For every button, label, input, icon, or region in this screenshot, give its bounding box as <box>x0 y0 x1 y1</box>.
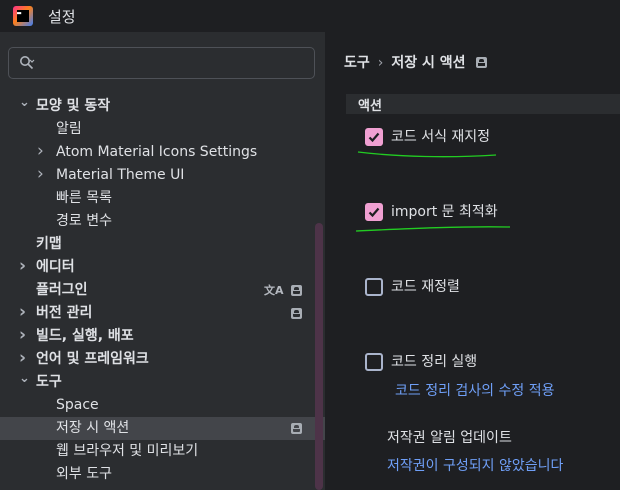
tree-item[interactable]: 알림 <box>0 118 325 141</box>
tree-item[interactable]: 저장 시 액션 <box>0 417 325 440</box>
checkbox-optimize-imports[interactable] <box>365 203 383 221</box>
breadcrumb: 도구 › 저장 시 액션 <box>344 52 487 72</box>
checkbox-rearrange-code[interactable] <box>365 278 383 296</box>
tree-item-label: Space <box>56 397 99 413</box>
project-scope-icon <box>291 308 302 319</box>
tree-item-label: Atom Material Icons Settings <box>56 144 258 160</box>
app-logo-icon: ▬ <box>13 6 33 26</box>
checkbox-run-cleanup[interactable] <box>365 353 383 371</box>
section-header: 액션 <box>346 94 620 114</box>
breadcrumb-parent[interactable]: 도구 <box>344 55 370 71</box>
settings-content: 도구 › 저장 시 액션 액션 코드 서식 재지정 import 문 최적화 코드 … <box>326 32 620 490</box>
tree-item[interactable]: › Atom Material Icons Settings <box>0 141 325 164</box>
chevron-right-icon[interactable]: › <box>19 302 31 325</box>
cleanup-inspections-link[interactable]: 코드 정리 검사의 수정 적용 <box>395 380 554 400</box>
tree-item-label: 경로 변수 <box>56 213 112 229</box>
option-label: 코드 정리 실행 <box>391 354 478 370</box>
title-bar: ▬ 설정 <box>0 0 620 32</box>
search-icon <box>20 56 35 70</box>
tree-item-label: 저장 시 액션 <box>56 420 130 436</box>
window-title: 설정 <box>48 8 76 26</box>
settings-sidebar: ⌄ 모양 및 동작 알림 › Atom Material Icons Settings ›… <box>0 32 325 490</box>
project-scope-icon <box>475 57 487 68</box>
tree-item-label: 에디터 <box>36 259 75 275</box>
sidebar-scrollbar[interactable] <box>315 223 323 490</box>
chevron-right-icon[interactable]: › <box>37 141 49 164</box>
option-label: import 문 최적화 <box>391 204 498 220</box>
search-input[interactable] <box>43 52 307 76</box>
copyright-title: 저작권 알림 업데이트 <box>387 430 512 446</box>
tree-item-label: 빌드, 실행, 배포 <box>36 328 134 344</box>
breadcrumb-current: 저장 시 액션 <box>391 55 466 71</box>
chevron-right-icon[interactable]: › <box>19 348 31 371</box>
tree-item-label: 플러그인 <box>36 282 88 298</box>
tree-item-label: 빠른 목록 <box>56 190 112 206</box>
option-label: 코드 재정렬 <box>391 279 460 295</box>
checkbox-reformat-code[interactable] <box>365 128 383 146</box>
chevron-right-icon[interactable]: › <box>19 256 31 279</box>
breadcrumb-separator: › <box>377 55 384 71</box>
tree-item-label: 언어 및 프레임워크 <box>36 351 149 367</box>
project-scope-icon <box>291 423 302 434</box>
chevron-down-icon[interactable]: ⌄ <box>19 95 31 118</box>
tree-item[interactable]: 경로 변수 <box>0 210 325 233</box>
search-box[interactable] <box>8 47 315 79</box>
chevron-down-icon[interactable]: ⌄ <box>19 371 31 394</box>
tree-item[interactable]: 키맵 <box>0 233 325 256</box>
section-title: 액션 <box>358 99 382 114</box>
tree-item[interactable]: › Material Theme UI <box>0 164 325 187</box>
tree-item[interactable]: 외부 도구 <box>0 463 325 486</box>
tree-item[interactable]: ⌄ 모양 및 동작 <box>0 95 325 118</box>
tree-item[interactable]: Space <box>0 394 325 417</box>
tree-item-label: Material Theme UI <box>56 167 185 183</box>
chevron-right-icon[interactable]: › <box>19 325 31 348</box>
tree-item-label: 알림 <box>56 121 82 137</box>
project-scope-icon <box>291 285 302 296</box>
tree-item[interactable]: › 에디터 <box>0 256 325 279</box>
tree-item[interactable]: 웹 브라우저 및 미리보기 <box>0 440 325 463</box>
checkmark-icon <box>368 132 380 143</box>
tree-item-label: 도구 <box>36 374 62 390</box>
option-label: 코드 서식 재지정 <box>391 129 491 145</box>
tree-item-label: 웹 브라우저 및 미리보기 <box>56 443 199 459</box>
translate-icon: 文A <box>264 284 284 297</box>
copyright-config-link[interactable]: 저작권이 구성되지 않았습니다 <box>387 455 563 475</box>
tree-item-label: 키맵 <box>36 236 62 252</box>
tree-item[interactable]: › 언어 및 프레임워크 <box>0 348 325 371</box>
tree-item-label: 모양 및 동작 <box>36 98 111 114</box>
tree-item[interactable]: 빠른 목록 <box>0 187 325 210</box>
tree-item-label: 버전 관리 <box>36 305 93 321</box>
tree-item[interactable]: ⌄ 도구 <box>0 371 325 394</box>
checkmark-icon <box>368 207 380 218</box>
tree-item[interactable]: 플러그인 文A <box>0 279 325 302</box>
tree-item-label: 외부 도구 <box>56 466 112 482</box>
tree-item[interactable]: › 빌드, 실행, 배포 <box>0 325 325 348</box>
tree-item[interactable]: › 버전 관리 <box>0 302 325 325</box>
chevron-right-icon[interactable]: › <box>37 164 49 187</box>
